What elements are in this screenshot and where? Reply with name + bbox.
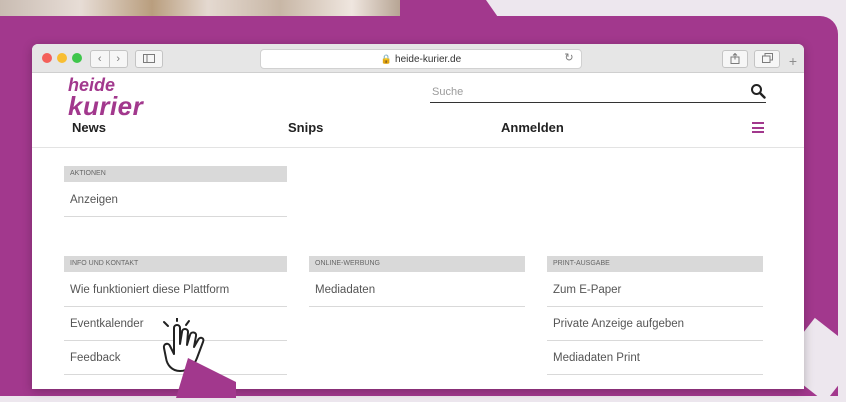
address-bar[interactable]: 🔒 heide-kurier.de	[260, 49, 582, 69]
nav-login[interactable]: Anmelden	[501, 120, 564, 135]
forward-button[interactable]: ›	[108, 51, 128, 67]
minimize-window-button[interactable]	[57, 53, 67, 63]
share-button[interactable]	[722, 50, 748, 68]
browser-titlebar: ‹ › 🔒 heide-kurier.de ↻ +	[32, 44, 804, 73]
browser-window: ‹ › 🔒 heide-kurier.de ↻ + heide kurier S…	[32, 44, 804, 389]
search-bar	[430, 82, 766, 103]
nav-snips[interactable]: Snips	[288, 120, 323, 135]
zoom-window-button[interactable]	[72, 53, 82, 63]
logo-bottom-word: kurier	[68, 91, 144, 121]
search-icon[interactable]	[750, 83, 766, 99]
tabs-icon	[761, 53, 773, 64]
header-photo	[0, 0, 400, 16]
menu-link-mediadaten[interactable]: Mediadaten	[309, 273, 525, 307]
section-heading-info: INFO UND KONTAKT	[64, 256, 287, 272]
history-nav-buttons: ‹ ›	[90, 50, 128, 68]
new-tab-button[interactable]: +	[784, 52, 802, 70]
search-input[interactable]	[430, 82, 734, 102]
site-logo[interactable]: heide kurier	[68, 76, 178, 121]
section-heading-aktionen: AKTIONEN	[64, 166, 287, 182]
section-heading-online: ONLINE-WERBUNG	[309, 256, 525, 272]
menu-link-epaper[interactable]: Zum E-Paper	[547, 273, 763, 307]
menu-link-anzeigen[interactable]: Anzeigen	[64, 183, 287, 217]
menu-icon[interactable]	[752, 122, 764, 133]
sidebar-toggle-button[interactable]	[135, 50, 163, 68]
nav-news[interactable]: News	[72, 120, 106, 135]
close-window-button[interactable]	[42, 53, 52, 63]
back-button[interactable]: ‹	[91, 51, 109, 67]
menu-link-private-anzeige[interactable]: Private Anzeige aufgeben	[547, 307, 763, 341]
lock-icon: 🔒	[380, 54, 393, 64]
sidebar-icon	[143, 53, 155, 63]
show-tabs-button[interactable]	[754, 50, 780, 68]
share-icon	[730, 52, 740, 64]
header-divider	[32, 147, 804, 148]
menu-link-plattform[interactable]: Wie funktioniert diese Plattform	[64, 273, 287, 307]
reload-icon[interactable]: ↻	[562, 49, 576, 67]
url-text: heide-kurier.de	[395, 54, 462, 65]
menu-link-mediadaten-print[interactable]: Mediadaten Print	[547, 341, 763, 375]
section-heading-print: PRINT-AUSGABE	[547, 256, 763, 272]
